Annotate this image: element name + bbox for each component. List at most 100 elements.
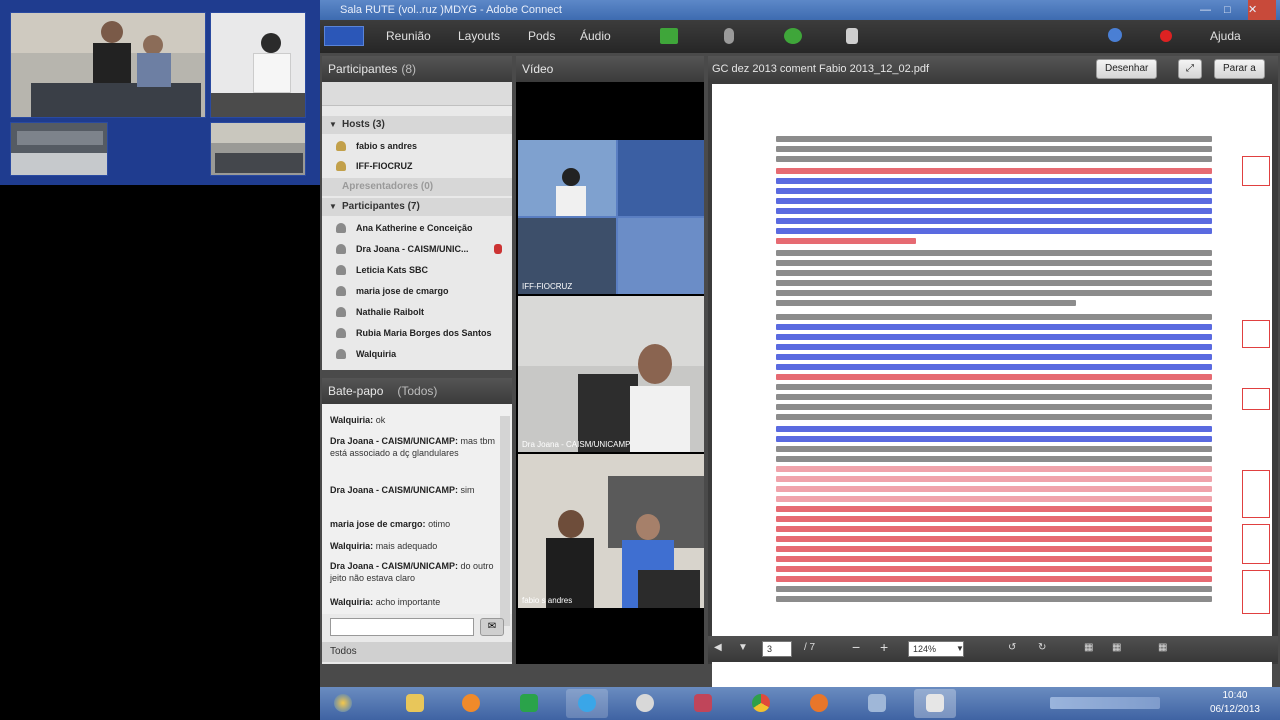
presenters-group-label: Apresentadores (0) bbox=[342, 181, 434, 192]
chat-message: Walquiria: mais adequado bbox=[330, 541, 438, 551]
zoom-dropdown-icon[interactable]: ▼ bbox=[956, 644, 964, 653]
attendee-row[interactable]: IFF-FIOCRUZ bbox=[322, 156, 512, 176]
document-icon[interactable]: ▦ bbox=[1084, 642, 1093, 653]
taskbar-network[interactable] bbox=[624, 689, 666, 718]
shared-document-page[interactable] bbox=[712, 84, 1272, 690]
taskbar-app-green[interactable] bbox=[508, 689, 550, 718]
chat-pod-header: Bate-papo (Todos) bbox=[322, 378, 512, 404]
start-button[interactable] bbox=[322, 689, 364, 718]
participant-icon bbox=[336, 349, 346, 359]
chat-scrollbar[interactable] bbox=[500, 416, 510, 626]
comment-marker[interactable] bbox=[1242, 570, 1270, 614]
menu-meeting[interactable]: Reunião bbox=[386, 29, 431, 43]
attendee-row[interactable]: Nathalie Raibolt bbox=[322, 302, 512, 322]
rotate-left-icon[interactable]: ↺ bbox=[1008, 642, 1016, 653]
connection-status-icon[interactable] bbox=[1108, 28, 1122, 42]
chat-bubble-icon: ✉ bbox=[487, 621, 497, 632]
taskbar-ie[interactable] bbox=[566, 689, 608, 718]
taskbar-chrome[interactable] bbox=[740, 689, 782, 718]
taskbar-connect[interactable] bbox=[914, 689, 956, 718]
video-thumbnail-strip bbox=[0, 0, 320, 185]
attendees-pod: Participantes (8) ▼ Hosts (3) fabio s andr… bbox=[322, 56, 512, 370]
attendee-row[interactable]: Walquiria bbox=[322, 344, 512, 364]
comment-marker[interactable] bbox=[1242, 524, 1270, 564]
collapse-triangle-icon[interactable]: ▼ bbox=[329, 116, 337, 134]
minimize-icon[interactable]: — bbox=[1200, 0, 1222, 20]
chat-input[interactable] bbox=[330, 618, 474, 636]
previous-page-icon[interactable]: ◀ bbox=[714, 642, 722, 653]
video-feed-label: Dra Joana - CAISM/UNICAMP bbox=[522, 440, 631, 449]
participant-icon bbox=[336, 244, 346, 254]
attendee-row[interactable]: Dra Joana - CAISM/UNIC... bbox=[322, 239, 512, 259]
bookmark-icon[interactable]: ▼ bbox=[738, 642, 748, 653]
fullscreen-icon[interactable]: ⤢ bbox=[1178, 59, 1202, 79]
comment-marker[interactable] bbox=[1242, 156, 1270, 186]
video-pod-header: Vídeo bbox=[516, 56, 704, 82]
attendee-name: Walquiria bbox=[356, 349, 397, 359]
system-tray-icons[interactable] bbox=[1050, 697, 1160, 709]
layout-icon[interactable]: ▦ bbox=[1112, 642, 1121, 653]
menu-help[interactable]: Ajuda bbox=[1210, 29, 1241, 43]
zoom-out-icon[interactable]: − bbox=[852, 639, 860, 655]
page-number-input[interactable]: 3 bbox=[762, 641, 792, 657]
maximize-icon[interactable]: □ bbox=[1224, 0, 1246, 20]
taskbar-app-red[interactable] bbox=[682, 689, 724, 718]
taskbar-remote[interactable] bbox=[856, 689, 898, 718]
attendee-row[interactable]: Leticia Kats SBC bbox=[322, 260, 512, 280]
attendee-name: Nathalie Raibolt bbox=[356, 307, 425, 317]
raise-hand-icon[interactable] bbox=[846, 28, 858, 44]
recording-icon[interactable] bbox=[1160, 30, 1172, 42]
participants-group[interactable]: ▼ Participantes (7) bbox=[322, 198, 512, 216]
zoom-in-icon[interactable]: + bbox=[880, 639, 888, 655]
video-pod: Vídeo IFF-FIOCRUZ Dra Joana - CAISM/UNIC… bbox=[516, 56, 704, 664]
attendees-count: (8) bbox=[401, 62, 417, 76]
presenters-group[interactable]: Apresentadores (0) bbox=[322, 178, 512, 196]
comment-marker[interactable] bbox=[1242, 470, 1270, 518]
attendee-row[interactable]: Ana Katherine e Conceição bbox=[322, 218, 512, 238]
attendee-row[interactable]: Rubia Maria Borges dos Santos bbox=[322, 323, 512, 343]
taskbar-clock[interactable]: 10:40 06/12/2013 bbox=[1210, 689, 1260, 717]
adobe-connect-logo-icon[interactable] bbox=[324, 26, 364, 46]
chat-recipient-selector[interactable]: Todos bbox=[322, 642, 512, 662]
chat-send-button[interactable]: ✉ bbox=[480, 618, 504, 636]
video-thumbnail-room-1[interactable] bbox=[10, 12, 206, 118]
video-feed-label: fabio s andres bbox=[522, 596, 573, 605]
hosts-group[interactable]: ▼ Hosts (3) bbox=[322, 116, 512, 134]
menu-audio[interactable]: Áudio bbox=[580, 29, 611, 43]
video-thumbnail-room-2[interactable] bbox=[210, 12, 306, 118]
rotate-right-icon[interactable]: ↻ bbox=[1038, 642, 1046, 653]
adobe-connect-window: Sala RUTE (vol..ruz )MDYG - Adobe Connec… bbox=[320, 0, 1280, 690]
close-icon[interactable]: ✕ bbox=[1248, 0, 1276, 20]
video-thumbnail-classroom[interactable] bbox=[210, 122, 306, 176]
video-thumbnail-auditorium[interactable] bbox=[10, 122, 108, 176]
grid-icon[interactable]: ▦ bbox=[1158, 642, 1167, 653]
adobe-connect-icon bbox=[926, 694, 944, 712]
video-feed-iff-fiocruz[interactable]: IFF-FIOCRUZ bbox=[518, 140, 704, 294]
screen: Sala RUTE (vol..ruz )MDYG - Adobe Connec… bbox=[0, 0, 1280, 720]
chat-message: Walquiria: ok bbox=[330, 415, 386, 425]
firefox-icon bbox=[810, 694, 828, 712]
video-title: Vídeo bbox=[522, 62, 554, 76]
video-feed-dra-joana[interactable]: Dra Joana - CAISM/UNICAMP bbox=[518, 296, 704, 452]
collapse-triangle-icon[interactable]: ▼ bbox=[329, 198, 337, 216]
taskbar-explorer[interactable] bbox=[394, 689, 436, 718]
webcam-icon[interactable] bbox=[784, 28, 802, 44]
video-feed-fabio[interactable]: fabio s andres bbox=[518, 454, 704, 608]
draw-button[interactable]: Desenhar bbox=[1096, 59, 1158, 79]
taskbar-firefox[interactable] bbox=[798, 689, 840, 718]
attendee-row[interactable]: maria jose de cmargo bbox=[322, 281, 512, 301]
window-title: Sala RUTE (vol..ruz )MDYG - Adobe Connec… bbox=[320, 0, 1280, 20]
attendee-row[interactable]: fabio s andres bbox=[322, 136, 512, 156]
menu-layouts[interactable]: Layouts bbox=[458, 29, 500, 43]
stop-sharing-button[interactable]: Parar a bbox=[1214, 59, 1265, 79]
comment-marker[interactable] bbox=[1242, 320, 1270, 348]
menu-pods[interactable]: Pods bbox=[528, 29, 555, 43]
participant-icon bbox=[336, 265, 346, 275]
microphone-icon[interactable] bbox=[724, 28, 734, 44]
participant-icon bbox=[336, 223, 346, 233]
comment-marker[interactable] bbox=[1242, 388, 1270, 410]
taskbar-media[interactable] bbox=[450, 689, 492, 718]
speaker-icon[interactable] bbox=[660, 28, 678, 44]
document-body-text bbox=[776, 136, 1212, 682]
attendees-title: Participantes bbox=[328, 62, 398, 76]
